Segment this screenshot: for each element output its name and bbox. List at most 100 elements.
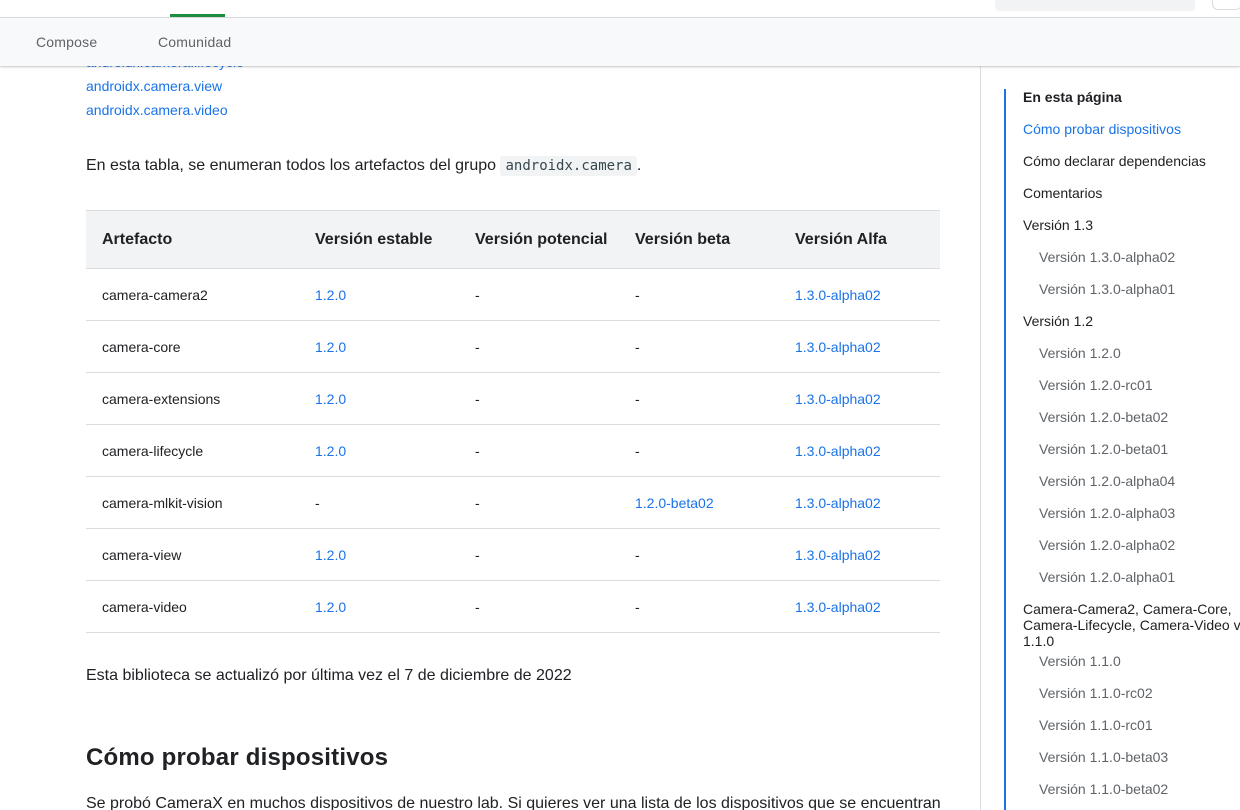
- header-artefacto: Artefacto: [86, 210, 315, 269]
- toc-item[interactable]: Versión 1.2: [1023, 313, 1093, 329]
- toc-item[interactable]: Versión 1.2.0-beta02: [1039, 409, 1168, 425]
- version-empty: -: [635, 372, 795, 425]
- version-link[interactable]: 1.3.0-alpha02: [795, 547, 881, 563]
- tab-compose[interactable]: Compose: [36, 34, 97, 50]
- toc-item[interactable]: Versión 1.2.0-alpha02: [1039, 537, 1175, 553]
- version-link[interactable]: 1.2.0: [315, 547, 346, 563]
- version-cell: 1.2.0: [315, 268, 475, 321]
- version-cell: 1.2.0: [315, 528, 475, 581]
- toc-item[interactable]: Versión 1.2.0-beta01: [1039, 441, 1168, 457]
- toc-item[interactable]: Cómo probar dispositivos: [1023, 121, 1181, 137]
- artifact-name: camera-video: [86, 580, 315, 633]
- version-cell: 1.2.0: [315, 424, 475, 477]
- version-link[interactable]: 1.3.0-alpha02: [795, 495, 881, 511]
- version-link[interactable]: 1.3.0-alpha02: [795, 339, 881, 355]
- version-empty: -: [635, 528, 795, 581]
- version-empty: -: [635, 268, 795, 321]
- toc-item[interactable]: Versión 1.2.0: [1039, 345, 1121, 361]
- version-link[interactable]: 1.2.0-beta02: [635, 495, 714, 511]
- version-cell: 1.3.0-alpha02: [795, 580, 940, 633]
- version-empty: -: [475, 476, 635, 529]
- package-link-view[interactable]: androidx.camera.view: [86, 78, 222, 94]
- version-empty: -: [475, 268, 635, 321]
- artifact-name: camera-mlkit-vision: [86, 476, 315, 529]
- toc-divider: [980, 66, 981, 810]
- version-link[interactable]: 1.2.0: [315, 391, 346, 407]
- table-row: camera-video 1.2.0- -1.3.0-alpha02: [86, 580, 940, 633]
- header-beta: Versión beta: [635, 210, 795, 269]
- version-empty: -: [475, 372, 635, 425]
- version-cell: 1.3.0-alpha02: [795, 268, 940, 321]
- artifacts-table: Artefacto Versión estable Versión potenc…: [86, 210, 940, 633]
- version-link[interactable]: 1.3.0-alpha02: [795, 599, 881, 615]
- tab-comunidad[interactable]: Comunidad: [158, 34, 231, 50]
- toc-item[interactable]: Comentarios: [1023, 185, 1102, 201]
- account-icon[interactable]: [1212, 0, 1240, 10]
- version-cell: 1.2.0: [315, 580, 475, 633]
- intro-period: .: [636, 157, 642, 174]
- toc-item[interactable]: Versión 1.3: [1023, 217, 1093, 233]
- version-empty: -: [315, 476, 475, 529]
- main-content: androidx.camera.lifecycle androidx.camer…: [0, 0, 980, 810]
- toc-item[interactable]: Versión 1.1.0-beta03: [1039, 749, 1168, 765]
- header-stable: Versión estable: [315, 210, 475, 269]
- artifact-name: camera-core: [86, 320, 315, 373]
- last-updated-text: Esta biblioteca se actualizó por última …: [86, 667, 572, 684]
- table-row: camera-mlkit-vision - -1.2.0-beta02 1.3.0-a…: [86, 476, 940, 529]
- table-of-contents: En esta página Cómo probar dispositivos C…: [1004, 89, 1240, 810]
- version-cell: 1.2.0: [315, 320, 475, 373]
- table-row: camera-extensions 1.2.0- -1.3.0-alpha02: [86, 372, 940, 425]
- version-cell: 1.2.0-beta02: [635, 476, 795, 529]
- toc-item[interactable]: Versión 1.3.0-alpha01: [1039, 281, 1175, 297]
- table-row: camera-camera2 1.2.0- -1.3.0-alpha02: [86, 268, 940, 321]
- version-cell: 1.3.0-alpha02: [795, 424, 940, 477]
- package-link-video[interactable]: androidx.camera.video: [86, 102, 228, 118]
- version-empty: -: [475, 580, 635, 633]
- toc-item[interactable]: Versión 1.1.0: [1039, 653, 1121, 669]
- artifact-name: camera-camera2: [86, 268, 315, 321]
- section-paragraph: Se probó CameraX en muchos dispositivos …: [86, 795, 941, 810]
- version-link[interactable]: 1.3.0-alpha02: [795, 443, 881, 459]
- toc-item[interactable]: Cómo declarar dependencias: [1023, 153, 1206, 169]
- toc-item[interactable]: Versión 1.1.0-beta02: [1039, 781, 1168, 797]
- group-code: androidx.camera: [500, 156, 637, 176]
- version-cell: 1.2.0: [315, 372, 475, 425]
- version-empty: -: [475, 320, 635, 373]
- version-link[interactable]: 1.3.0-alpha02: [795, 391, 881, 407]
- toc-item[interactable]: Versión 1.3.0-alpha02: [1039, 249, 1175, 265]
- table-row: camera-lifecycle 1.2.0- -1.3.0-alpha02: [86, 424, 940, 477]
- version-cell: 1.3.0-alpha02: [795, 476, 940, 529]
- version-cell: 1.3.0-alpha02: [795, 528, 940, 581]
- version-link[interactable]: 1.2.0: [315, 443, 346, 459]
- version-empty: -: [475, 424, 635, 477]
- toc-item[interactable]: Versión 1.2.0-alpha04: [1039, 473, 1175, 489]
- version-link[interactable]: 1.2.0: [315, 287, 346, 303]
- toc-item[interactable]: Camera-Camera2, Camera-Core, Camera-Life…: [1023, 601, 1240, 649]
- table-row: camera-view 1.2.0- -1.3.0-alpha02: [86, 528, 940, 581]
- sub-navigation: Compose Comunidad: [0, 18, 1240, 66]
- artifact-name: camera-view: [86, 528, 315, 581]
- version-link[interactable]: 1.3.0-alpha02: [795, 287, 881, 303]
- version-cell: 1.3.0-alpha02: [795, 320, 940, 373]
- version-empty: -: [635, 320, 795, 373]
- toc-item[interactable]: Versión 1.1.0-rc02: [1039, 685, 1153, 701]
- toc-title: En esta página: [1023, 89, 1122, 105]
- version-link[interactable]: 1.2.0: [315, 339, 346, 355]
- version-empty: -: [635, 424, 795, 477]
- artifact-name: camera-extensions: [86, 372, 315, 425]
- table-header-row: Artefacto Versión estable Versión potenc…: [86, 210, 940, 269]
- toc-item[interactable]: Versión 1.2.0-alpha03: [1039, 505, 1175, 521]
- table-row: camera-core 1.2.0- -1.3.0-alpha02: [86, 320, 940, 373]
- version-empty: -: [475, 528, 635, 581]
- header-alpha: Versión Alfa: [795, 210, 940, 269]
- search-input[interactable]: [995, 0, 1195, 11]
- toc-item[interactable]: Versión 1.1.0-rc01: [1039, 717, 1153, 733]
- table-intro: En esta tabla, se enumeran todos los art…: [86, 154, 641, 178]
- toc-item[interactable]: Versión 1.2.0-rc01: [1039, 377, 1153, 393]
- version-empty: -: [635, 580, 795, 633]
- version-cell: 1.3.0-alpha02: [795, 372, 940, 425]
- artifact-name: camera-lifecycle: [86, 424, 315, 477]
- version-link[interactable]: 1.2.0: [315, 599, 346, 615]
- section-heading: Cómo probar dispositivos: [86, 744, 389, 771]
- toc-item[interactable]: Versión 1.2.0-alpha01: [1039, 569, 1175, 585]
